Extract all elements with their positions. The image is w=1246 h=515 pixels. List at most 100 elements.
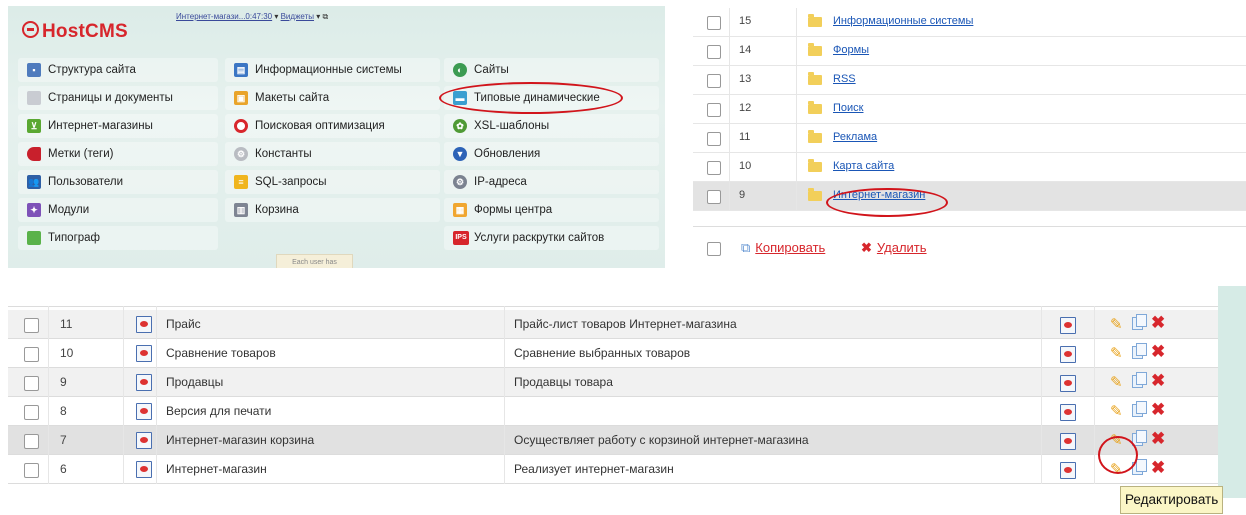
- delete-icon[interactable]: ✖: [1151, 313, 1165, 333]
- row-checkbox[interactable]: [707, 45, 721, 59]
- bulk-actions-bar: ⧉ Копировать ✖ Удалить: [693, 226, 1246, 269]
- xsl-file-icon[interactable]: [1060, 375, 1076, 392]
- row-checkbox[interactable]: [24, 405, 39, 420]
- row-checkbox[interactable]: [24, 318, 39, 333]
- row-id: 9: [60, 375, 67, 389]
- list-row[interactable]: 13 RSS: [693, 66, 1246, 95]
- delete-icon[interactable]: ✖: [1151, 342, 1165, 362]
- menu-item-dynamic-pages[interactable]: ▬ Типовые динамические: [444, 86, 659, 110]
- list-row[interactable]: 14 Формы: [693, 37, 1246, 66]
- list-row[interactable]: 15 Информационные системы: [693, 8, 1246, 37]
- menu-item-sql[interactable]: ≡ SQL-запросы: [225, 170, 440, 194]
- delete-icon[interactable]: ✖: [1151, 429, 1165, 449]
- top-bar: Интернет-магази...0:47:30 ▾ Виджеты ▾ ⧉: [176, 12, 329, 21]
- menu-item-ip[interactable]: ⚙ IP-адреса: [444, 170, 659, 194]
- menu-item-constants[interactable]: ⚙ Константы: [225, 142, 440, 166]
- row-link[interactable]: Информационные системы: [833, 15, 973, 27]
- xsl-file-icon[interactable]: [1060, 346, 1076, 363]
- delete-icon[interactable]: ✖: [1151, 458, 1165, 478]
- xsl-file-icon[interactable]: [1060, 404, 1076, 421]
- users-icon: 👥: [27, 175, 41, 189]
- copy-icon[interactable]: [1132, 343, 1147, 359]
- row-checkbox[interactable]: [707, 190, 721, 204]
- xsl-file-icon[interactable]: [1060, 433, 1076, 450]
- table-row[interactable]: 11 Прайс Прайс-лист товаров Интернет-маг…: [8, 310, 1218, 339]
- xsl-templates-table: 11 Прайс Прайс-лист товаров Интернет-маг…: [8, 286, 1246, 508]
- row-checkbox[interactable]: [24, 434, 39, 449]
- copy-button[interactable]: ⧉ Копировать: [741, 240, 825, 256]
- xsl-file-icon[interactable]: [1060, 317, 1076, 334]
- row-description: Реализует интернет-магазин: [514, 462, 674, 476]
- list-row[interactable]: 11 Реклама: [693, 124, 1246, 153]
- widgets-link[interactable]: Виджеты: [281, 12, 314, 21]
- table-row[interactable]: 8 Версия для печати ✎ ✖: [8, 397, 1218, 426]
- copy-icon[interactable]: [1132, 401, 1147, 417]
- column-divider: [1094, 306, 1095, 484]
- menu-item-modules[interactable]: ✦ Модули: [18, 198, 218, 222]
- row-checkbox[interactable]: [707, 74, 721, 88]
- list-row[interactable]: 12 Поиск: [693, 95, 1246, 124]
- list-row[interactable]: 10 Карта сайта: [693, 153, 1246, 182]
- row-checkbox[interactable]: [707, 132, 721, 146]
- row-link[interactable]: Интернет-магазин: [833, 189, 925, 201]
- menu-item-promo[interactable]: IPS Услуги раскрутки сайтов: [444, 226, 659, 250]
- pencil-icon[interactable]: ✎: [1110, 431, 1123, 449]
- delete-button[interactable]: ✖ Удалить: [861, 240, 927, 256]
- delete-icon[interactable]: ✖: [1151, 400, 1165, 420]
- pencil-icon[interactable]: ✎: [1110, 344, 1123, 362]
- pencil-icon[interactable]: ✎: [1110, 460, 1123, 478]
- xsl-file-icon[interactable]: [1060, 462, 1076, 479]
- row-description: Сравнение выбранных товаров: [514, 346, 691, 360]
- copy-icon[interactable]: [1132, 314, 1147, 330]
- menu-item-structure[interactable]: ▪ Структура сайта: [18, 58, 218, 82]
- table-row[interactable]: 10 Сравнение товаров Сравнение выбранных…: [8, 339, 1218, 368]
- row-link[interactable]: Формы: [833, 44, 869, 56]
- copy-icon[interactable]: [1132, 372, 1147, 388]
- site-link[interactable]: Интернет-магази...0:47:30: [176, 12, 272, 21]
- row-checkbox[interactable]: [707, 103, 721, 117]
- menu-item-users[interactable]: 👥 Пользователи: [18, 170, 218, 194]
- side-bar: [1218, 286, 1246, 498]
- copy-icon[interactable]: [1132, 459, 1147, 475]
- menu-item-layouts[interactable]: ▣ Макеты сайта: [225, 86, 440, 110]
- row-checkbox[interactable]: [24, 376, 39, 391]
- menu-item-xsl[interactable]: ✿ XSL-шаблоны: [444, 114, 659, 138]
- pencil-icon[interactable]: ✎: [1110, 373, 1123, 391]
- table-header-edge: [8, 286, 1218, 307]
- sql-icon: ≡: [234, 175, 248, 189]
- menu-item-trash[interactable]: ▥ Корзина: [225, 198, 440, 222]
- folder-icon: [808, 101, 822, 114]
- row-link[interactable]: Реклама: [833, 131, 877, 143]
- row-description: Прайс-лист товаров Интернет-магазина: [514, 317, 737, 331]
- constants-icon: ⚙: [234, 147, 248, 161]
- table-row[interactable]: 9 Продавцы Продавцы товара ✎ ✖: [8, 368, 1218, 397]
- row-id: 14: [739, 44, 752, 56]
- select-all-checkbox[interactable]: [707, 242, 721, 256]
- trash-icon: ▥: [234, 203, 248, 217]
- menu-item-forms[interactable]: ▦ Формы центра: [444, 198, 659, 222]
- list-row-selected[interactable]: 9 Интернет-магазин: [693, 182, 1246, 211]
- row-checkbox[interactable]: [24, 347, 39, 362]
- table-row-hovered[interactable]: 7 Интернет-магазин корзина Осуществляет …: [8, 426, 1218, 455]
- pencil-icon[interactable]: ✎: [1110, 402, 1123, 420]
- row-link[interactable]: RSS: [833, 73, 856, 85]
- row-checkbox[interactable]: [707, 161, 721, 175]
- menu-item-tags[interactable]: Метки (теги): [18, 142, 218, 166]
- pencil-icon[interactable]: ✎: [1110, 315, 1123, 333]
- copy-icon: ⧉: [741, 240, 751, 255]
- menu-item-updates[interactable]: ▼ Обновления: [444, 142, 659, 166]
- row-checkbox[interactable]: [707, 16, 721, 30]
- menu-item-shops[interactable]: ⊻ Интернет-магазины: [18, 114, 218, 138]
- row-link[interactable]: Поиск: [833, 102, 863, 114]
- menu-item-seo[interactable]: Поисковая оптимизация: [225, 114, 440, 138]
- row-checkbox[interactable]: [24, 463, 39, 478]
- copy-icon[interactable]: [1132, 430, 1147, 446]
- menu-item-infosystems[interactable]: ▤ Информационные системы: [225, 58, 440, 82]
- table-row[interactable]: 6 Интернет-магазин Реализует интернет-ма…: [8, 455, 1218, 484]
- menu-item-typograph[interactable]: Типограф: [18, 226, 218, 250]
- delete-icon[interactable]: ✖: [1151, 371, 1165, 391]
- row-link[interactable]: Карта сайта: [833, 160, 894, 172]
- menu-item-documents[interactable]: Страницы и документы: [18, 86, 218, 110]
- menu-item-sites[interactable]: ◐ Сайты: [444, 58, 659, 82]
- row-name: Интернет-магазин корзина: [166, 433, 315, 447]
